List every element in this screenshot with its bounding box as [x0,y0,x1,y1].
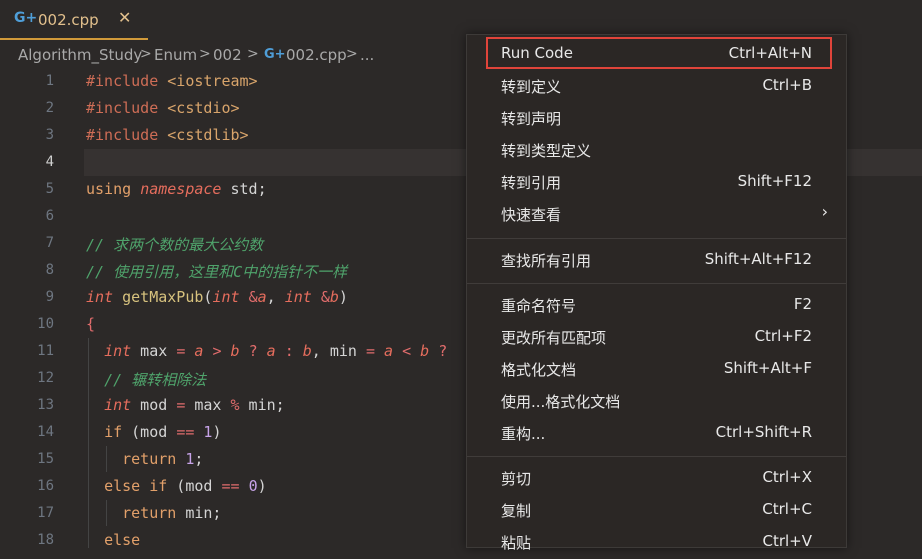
menu-item-label: 快速查看 [501,206,562,224]
code-line: int max = a > b ? a : b, min = a < b ? [104,342,448,360]
menu-item-go-to-definition[interactable]: 转到定义 Ctrl+B [467,71,846,103]
menu-item-label: 转到类型定义 [501,142,592,160]
breadcrumb-separator: > [199,46,211,62]
menu-item-shortcut: Ctrl+X [762,468,812,486]
menu-item-label: 重命名符号 [501,297,577,315]
menu-item-label: 剪切 [501,470,532,488]
menu-item-shortcut: Ctrl+Shift+R [715,423,812,441]
code-line: if (mod == 1) [104,423,222,441]
menu-item-shortcut: F2 [793,295,812,313]
code-line: else [104,531,141,549]
breadcrumb-separator: > [247,46,259,62]
menu-item-go-to-type-definition[interactable]: 转到类型定义 [467,135,846,167]
code-line: return min; [122,504,222,522]
menu-item-label: 转到定义 [501,78,562,96]
menu-item-shortcut: Shift+Alt+F [723,359,812,377]
menu-item-refactor[interactable]: 重构... Ctrl+Shift+R [467,418,846,450]
code-line: // 求两个数的最大公约数 [86,236,264,254]
line-number: 17 [37,505,54,521]
menu-item-peek[interactable]: 快速查看 › [467,199,846,231]
code-line: else if (mod == 0) [104,477,267,495]
menu-item-change-all-occurrences[interactable]: 更改所有匹配项 Ctrl+F2 [467,322,846,354]
breadcrumb-separator: > [140,46,152,62]
breadcrumb-item-more[interactable]: ... [360,46,374,64]
menu-item-shortcut: Ctrl+F2 [754,327,812,345]
line-number: 13 [37,397,54,413]
close-icon[interactable]: ✕ [118,8,131,27]
menu-item-label: 查找所有引用 [501,252,592,270]
code-line: { [86,315,96,333]
menu-item-paste[interactable]: 粘贴 Ctrl+V [467,527,846,559]
breadcrumb-item-002[interactable]: 002 [213,46,242,64]
menu-item-label: 格式化文档 [501,361,577,379]
line-number: 14 [37,424,54,440]
line-number: 8 [45,262,54,278]
menu-item-go-to-declaration[interactable]: 转到声明 [467,103,846,135]
line-number: 10 [37,316,54,332]
menu-item-label: 使用...格式化文档 [501,393,621,411]
menu-item-go-to-references[interactable]: 转到引用 Shift+F12 [467,167,846,199]
line-number: 5 [45,181,54,197]
menu-item-copy[interactable]: 复制 Ctrl+C [467,495,846,527]
menu-separator [467,283,846,284]
line-number: 12 [37,370,54,386]
menu-item-rename-symbol[interactable]: 重命名符号 F2 [467,290,846,322]
menu-separator [467,238,846,239]
line-number: 4 [45,154,54,170]
menu-item-shortcut: Shift+Alt+F12 [704,250,812,268]
menu-separator [467,456,846,457]
chevron-right-icon: › [821,202,828,221]
menu-item-cut[interactable]: 剪切 Ctrl+X [467,463,846,495]
code-line: int getMaxPub(int &a, int &b) [86,288,348,306]
menu-item-label: 转到引用 [501,174,562,192]
code-line: // 使用引用，这里和C中的指针不一样 [86,263,348,281]
line-number: 7 [45,235,54,251]
code-line: // 辗转相除法 [104,371,207,389]
line-number: 16 [37,478,54,494]
line-number: 18 [37,532,54,548]
menu-item-label: 复制 [501,502,532,520]
code-line: using namespace std; [86,180,267,198]
menu-item-label: 转到声明 [501,110,562,128]
code-line: #include <cstdio> [86,99,240,117]
menu-item-shortcut: Ctrl+V [762,532,812,550]
tab-002-cpp[interactable]: G+ 002.cpp ✕ [0,0,148,40]
breadcrumb-item-file[interactable]: 002.cpp [286,46,347,64]
line-number: 15 [37,451,54,467]
line-number: 9 [45,289,54,305]
cpp-file-icon: G+ [264,47,286,62]
breadcrumb-separator: > [346,46,358,62]
menu-item-find-all-references[interactable]: 查找所有引用 Shift+Alt+F12 [467,245,846,277]
code-line: #include <iostream> [86,72,258,90]
line-number: 11 [37,343,54,359]
code-line: return 1; [122,450,204,468]
menu-item-label: 粘贴 [501,534,532,552]
menu-item-shortcut: Ctrl+Alt+N [728,44,812,62]
tab-filename: 002.cpp [38,11,99,29]
breadcrumb-item-folder[interactable]: Algorithm_Study [18,46,142,64]
context-menu: Run Code Ctrl+Alt+N 转到定义 Ctrl+B 转到声明 转到类… [466,34,847,552]
code-line: int mod = max % min; [104,396,285,414]
menu-item-label: 更改所有匹配项 [501,329,607,347]
line-number: 3 [45,127,54,143]
menu-item-label: Run Code [501,44,573,62]
cpp-file-icon: G+ [14,10,38,26]
menu-item-format-document[interactable]: 格式化文档 Shift+Alt+F [467,354,846,386]
code-line: #include <cstdlib> [86,126,249,144]
line-number: 2 [45,100,54,116]
menu-item-shortcut: Shift+F12 [737,172,812,190]
line-number: 1 [45,73,54,89]
menu-item-shortcut: Ctrl+B [762,76,812,94]
line-number: 6 [45,208,54,224]
menu-item-label: 重构... [501,425,546,443]
menu-item-run-code[interactable]: Run Code Ctrl+Alt+N [467,39,846,71]
menu-item-format-document-with[interactable]: 使用...格式化文档 [467,386,846,418]
menu-item-shortcut: Ctrl+C [762,500,812,518]
breadcrumb-item-enum[interactable]: Enum [154,46,197,64]
